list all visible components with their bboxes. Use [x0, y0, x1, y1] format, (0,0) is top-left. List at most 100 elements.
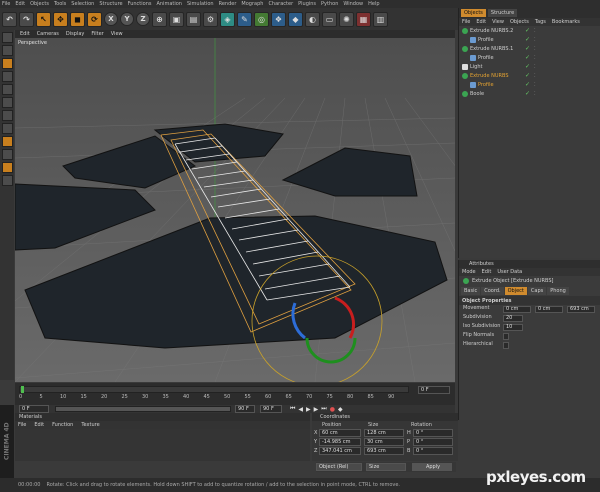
tab-caps[interactable]: Caps: [527, 286, 547, 295]
model-mode-icon[interactable]: [1, 45, 13, 56]
points-mode-icon[interactable]: [1, 97, 13, 108]
subdivision-field[interactable]: 20: [503, 315, 523, 322]
make-editable-icon[interactable]: [1, 32, 13, 43]
visibility-dots-icon[interactable]: ⁚: [534, 28, 536, 34]
array-icon[interactable]: ❖: [271, 11, 286, 27]
tab-phong[interactable]: Phong: [547, 286, 569, 295]
enabled-check-icon[interactable]: ✓: [525, 45, 530, 52]
objects-menu-edit[interactable]: Edit: [476, 19, 486, 25]
paint-icon[interactable]: [1, 162, 13, 173]
play-icon[interactable]: ▶: [306, 406, 311, 413]
object-mode-icon[interactable]: [1, 58, 13, 69]
movement-x-field[interactable]: 0 cm: [503, 306, 531, 313]
solo-icon[interactable]: [1, 175, 13, 186]
movement-z-field[interactable]: 693 cm: [567, 306, 595, 313]
viewport-menu-edit[interactable]: Edit: [20, 31, 30, 37]
viewport-menu-filter[interactable]: Filter: [91, 31, 103, 37]
materials-menu-texture[interactable]: Texture: [81, 422, 99, 428]
perspective-viewport[interactable]: Perspective: [15, 38, 455, 382]
menu-structure[interactable]: Structure: [99, 1, 122, 7]
start-frame-field[interactable]: 0 F: [19, 405, 49, 413]
visibility-dots-icon[interactable]: ⁚: [534, 73, 536, 79]
flip-normals-checkbox[interactable]: [503, 333, 509, 340]
z-axis-button[interactable]: Z: [136, 12, 150, 26]
enabled-check-icon[interactable]: ✓: [525, 63, 530, 70]
tab-basic[interactable]: Basic: [461, 286, 481, 295]
coordinate-system-icon[interactable]: ⊕: [152, 11, 167, 27]
attributes-menu-edit[interactable]: Edit: [482, 269, 492, 275]
objects-menu-tags[interactable]: Tags: [535, 19, 546, 25]
menu-edit[interactable]: Edit: [15, 1, 25, 7]
position-y-field[interactable]: -14.985 cm: [319, 438, 361, 446]
scale-icon[interactable]: ◼: [70, 11, 85, 27]
camera-icon[interactable]: ▭: [322, 11, 337, 27]
size-x-field[interactable]: 128 cm: [364, 429, 404, 437]
menu-window[interactable]: Window: [343, 1, 363, 7]
coordinate-mode-select[interactable]: Object (Rel): [316, 463, 362, 471]
menu-functions[interactable]: Functions: [128, 1, 152, 7]
visibility-dots-icon[interactable]: ⁚: [534, 46, 536, 52]
y-axis-button[interactable]: Y: [120, 12, 134, 26]
objects-menu-bookmarks[interactable]: Bookmarks: [552, 19, 580, 25]
x-axis-button[interactable]: X: [104, 12, 118, 26]
live-selection-icon[interactable]: ↖: [36, 11, 51, 27]
snap-icon[interactable]: [1, 136, 13, 147]
enabled-check-icon[interactable]: ✓: [525, 81, 530, 88]
tab-structure[interactable]: Structure: [487, 9, 518, 17]
menu-selection[interactable]: Selection: [71, 1, 94, 7]
objects-menu-file[interactable]: File: [462, 19, 470, 25]
layout-icon[interactable]: ▥: [373, 11, 388, 27]
materials-menu-edit[interactable]: Edit: [34, 422, 44, 428]
step-back-icon[interactable]: ◀: [298, 406, 303, 413]
timeline[interactable]: 0 5 10 15 20 25 30 35 40 45 50 55 60 65 70 75 80 85 90 0 F: [15, 383, 455, 405]
size-z-field[interactable]: 693 cm: [364, 447, 404, 455]
size-mode-select[interactable]: Size: [366, 463, 406, 471]
objects-menu-objects[interactable]: Objects: [510, 19, 529, 25]
movement-y-field[interactable]: 0 cm: [535, 306, 563, 313]
cube-icon[interactable]: ◈: [220, 11, 235, 27]
texture-mode-icon[interactable]: [1, 71, 13, 82]
rotation-p-field[interactable]: 0 °: [413, 438, 453, 446]
visibility-dots-icon[interactable]: ⁚: [534, 37, 536, 43]
tab-coord[interactable]: Coord.: [481, 286, 504, 295]
hierarchical-checkbox[interactable]: [503, 342, 509, 349]
axis-mode-icon[interactable]: [1, 84, 13, 95]
size-y-field[interactable]: 30 cm: [364, 438, 404, 446]
tab-objects[interactable]: Objects: [461, 9, 486, 17]
object-row[interactable]: Light ✓ ⁚: [459, 62, 600, 71]
visibility-dots-icon[interactable]: ⁚: [534, 64, 536, 70]
position-z-field[interactable]: 347.041 cm: [319, 447, 361, 455]
go-start-icon[interactable]: ⏮: [290, 405, 295, 413]
object-row[interactable]: Profile ✓ ⁚: [459, 53, 600, 62]
playhead[interactable]: [21, 386, 24, 393]
redo-icon[interactable]: ↷: [19, 11, 34, 27]
environment-icon[interactable]: ◐: [305, 11, 320, 27]
object-row[interactable]: Extrude NURBS.2 ✓ ⁚: [459, 26, 600, 35]
object-row[interactable]: Extrude NURBS ✓ ⁚: [459, 71, 600, 80]
enabled-check-icon[interactable]: ✓: [525, 27, 530, 34]
position-x-field[interactable]: 60 cm: [319, 429, 361, 437]
render-view-icon[interactable]: ▣: [169, 11, 184, 27]
object-row[interactable]: Extrude NURBS.1 ✓ ⁚: [459, 44, 600, 53]
menu-character[interactable]: Character: [268, 1, 293, 7]
materials-menu-file[interactable]: File: [18, 422, 26, 428]
visibility-dots-icon[interactable]: ⁚: [534, 82, 536, 88]
render-settings-icon[interactable]: ⚙: [203, 11, 218, 27]
tab-object[interactable]: Object: [504, 286, 527, 295]
viewport-menu-display[interactable]: Display: [66, 31, 84, 37]
nurbs-icon[interactable]: ◎: [254, 11, 269, 27]
enabled-check-icon[interactable]: ✓: [525, 36, 530, 43]
sculpt-icon[interactable]: ▦: [356, 11, 371, 27]
menu-help[interactable]: Help: [368, 1, 379, 7]
edges-mode-icon[interactable]: [1, 110, 13, 121]
menu-animation[interactable]: Animation: [156, 1, 182, 7]
record-icon[interactable]: ●: [330, 406, 335, 413]
menu-file[interactable]: File: [2, 1, 10, 7]
menu-simulation[interactable]: Simulation: [187, 1, 214, 7]
menu-objects[interactable]: Objects: [30, 1, 49, 7]
deformer-icon[interactable]: ◆: [288, 11, 303, 27]
rotate-icon[interactable]: ⟳: [87, 11, 102, 27]
menu-python[interactable]: Python: [321, 1, 338, 7]
end-frame-field[interactable]: 0 F: [418, 386, 450, 394]
end-field[interactable]: 90 F: [235, 405, 255, 413]
